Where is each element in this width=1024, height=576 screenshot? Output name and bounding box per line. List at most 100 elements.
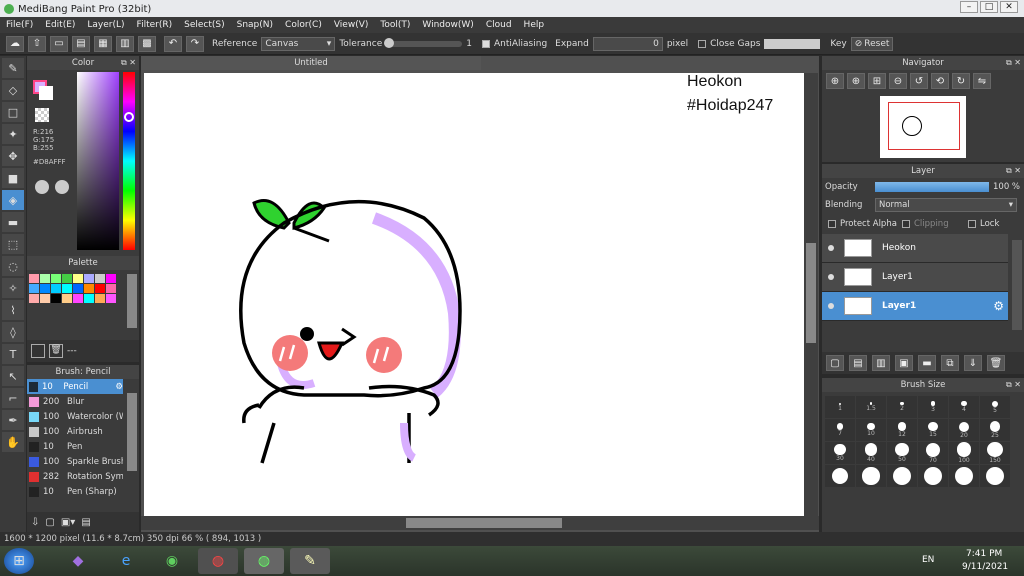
protect-alpha-checkbox[interactable]: [828, 220, 836, 228]
minimize-button[interactable]: –: [960, 1, 978, 13]
palette-swatch[interactable]: [106, 294, 116, 303]
gear-icon[interactable]: ⚙: [115, 382, 123, 392]
palette-swatch[interactable]: [106, 284, 116, 293]
move-icon[interactable]: ✥: [2, 146, 24, 166]
brush-size-option[interactable]: 5: [980, 396, 1010, 418]
menu-snap[interactable]: Snap(N): [237, 20, 273, 30]
brush-size-option[interactable]: 70: [918, 442, 948, 464]
brush-settings-icon[interactable]: ▤: [81, 517, 90, 528]
drawing-canvas[interactable]: Heokon #Hoidap247: [144, 73, 804, 516]
expand-input[interactable]: 0: [592, 36, 663, 51]
brush-size-option[interactable]: 25: [980, 419, 1010, 441]
layer-scrollbar[interactable]: [1012, 240, 1022, 330]
redo-icon[interactable]: ↷: [186, 35, 204, 52]
flip-icon[interactable]: ⇋: [973, 73, 991, 89]
close-gaps-checkbox[interactable]: [698, 39, 707, 48]
internet-explorer-icon[interactable]: e: [106, 548, 146, 574]
panel-controls-icon[interactable]: ⧉ ✕: [1006, 56, 1021, 70]
background-swatch[interactable]: [39, 86, 53, 100]
vertical-scrollbar[interactable]: [804, 73, 818, 516]
transparent-swatch[interactable]: [35, 108, 49, 122]
palette-swatch[interactable]: [95, 294, 105, 303]
merge-down-icon[interactable]: ⇓: [964, 355, 982, 371]
palette-swatch[interactable]: [29, 284, 39, 293]
palette-swatch[interactable]: [95, 284, 105, 293]
palette-swatch[interactable]: [62, 284, 72, 293]
brush-size-option[interactable]: 3: [918, 396, 948, 418]
rectangle-icon[interactable]: □: [2, 102, 24, 122]
hue-slider[interactable]: [123, 72, 135, 250]
zoom-plus-icon[interactable]: ⊕: [847, 73, 865, 89]
eraser-icon[interactable]: ◇: [2, 80, 24, 100]
brush-size-option[interactable]: 1.5: [856, 396, 886, 418]
close-gaps-slider[interactable]: [764, 38, 821, 49]
menu-tool[interactable]: Tool(T): [380, 20, 410, 30]
palette-swatch[interactable]: [29, 274, 39, 283]
zoom-in-icon[interactable]: ⊕: [826, 73, 844, 89]
brush-menu-icon[interactable]: ▣▾: [61, 517, 75, 528]
color-settings-icon[interactable]: [35, 180, 49, 194]
tiles-icon[interactable]: ▩: [138, 35, 156, 52]
select-eraser-icon[interactable]: ◊: [2, 322, 24, 342]
palette-swatch[interactable]: [106, 274, 116, 283]
palette-swatch[interactable]: [84, 274, 94, 283]
brush-size-option[interactable]: 40: [856, 442, 886, 464]
palette-swatch[interactable]: [29, 294, 39, 303]
palette-swatch[interactable]: [95, 274, 105, 283]
sv-picker[interactable]: [77, 72, 119, 250]
palette-swatch[interactable]: [40, 274, 50, 283]
dot-icon[interactable]: ✦: [2, 124, 24, 144]
brush-size-option[interactable]: 2: [887, 396, 917, 418]
palette-swatch[interactable]: [84, 294, 94, 303]
hscroll-thumb[interactable]: [406, 518, 562, 528]
document-icon[interactable]: ▦: [94, 35, 112, 52]
menu-filter[interactable]: Filter(R): [137, 20, 173, 30]
rotate-left-icon[interactable]: ↺: [910, 73, 928, 89]
brush-size-option[interactable]: 12: [887, 419, 917, 441]
horizontal-scrollbar[interactable]: [141, 516, 819, 530]
brush-size-option[interactable]: [825, 465, 855, 487]
comment-icon[interactable]: ▭: [50, 35, 68, 52]
brush-size-option[interactable]: [887, 465, 917, 487]
palette-swatch[interactable]: [62, 294, 72, 303]
color-palette-icon[interactable]: [55, 180, 69, 194]
start-button[interactable]: ⊞: [4, 548, 34, 574]
brush-item[interactable]: 10 Pen: [27, 439, 123, 454]
brush-item[interactable]: 10 Pencil ⚙: [27, 379, 123, 394]
undo-icon[interactable]: ↶: [164, 35, 182, 52]
paint-icon[interactable]: ✎: [290, 548, 330, 574]
brush-item[interactable]: 100 Airbrush: [27, 424, 123, 439]
brush-item[interactable]: 100 Watercolor (W: [27, 409, 123, 424]
close-button[interactable]: ✕: [1000, 1, 1018, 13]
brush-size-option[interactable]: 7: [825, 419, 855, 441]
reset-button[interactable]: ⊘ Reset: [850, 36, 893, 51]
pen-tool-icon[interactable]: ✒: [2, 410, 24, 430]
palette-swatch[interactable]: [62, 274, 72, 283]
brush-item[interactable]: 200 Blur: [27, 394, 123, 409]
brush-size-option[interactable]: 50: [887, 442, 917, 464]
brush-size-option[interactable]: [949, 465, 979, 487]
bucket-icon[interactable]: ◈: [2, 190, 24, 210]
coccoc-icon[interactable]: ◉: [152, 548, 192, 574]
brush-size-option[interactable]: 10: [856, 419, 886, 441]
menu-help[interactable]: Help: [524, 20, 545, 30]
navigator-preview[interactable]: [880, 96, 966, 158]
hand-icon[interactable]: ✋: [2, 432, 24, 452]
delete-layer-icon[interactable]: 🗑: [987, 355, 1005, 371]
brush-size-option[interactable]: 100: [949, 442, 979, 464]
lock-checkbox[interactable]: [968, 220, 976, 228]
layer-menu-icon[interactable]: ▣: [895, 355, 913, 371]
brush-icon[interactable]: ✎: [2, 58, 24, 78]
select-pen-icon[interactable]: ⌇: [2, 300, 24, 320]
share-icon[interactable]: ⇧: [28, 35, 46, 52]
visibility-icon[interactable]: [828, 274, 834, 280]
language-indicator[interactable]: EN: [922, 555, 934, 565]
menu-select[interactable]: Select(S): [184, 20, 225, 30]
select-rect-icon[interactable]: ⬚: [2, 234, 24, 254]
clipping-checkbox[interactable]: [902, 220, 910, 228]
palette-swatch[interactable]: [73, 274, 83, 283]
brush-scrollbar[interactable]: [127, 393, 137, 471]
brush-size-option[interactable]: 30: [825, 442, 855, 464]
layer-row[interactable]: Layer1: [822, 263, 1008, 292]
brush-size-option[interactable]: [918, 465, 948, 487]
